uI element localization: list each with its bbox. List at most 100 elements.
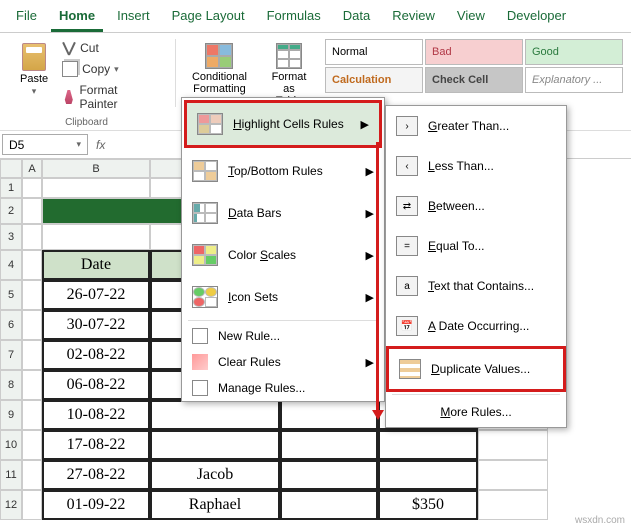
menu-color-scales[interactable]: Color Scales ▶ — [182, 234, 384, 276]
col-header-A[interactable]: A — [22, 159, 42, 178]
menu-icon-sets[interactable]: Icon Sets ▶ — [182, 276, 384, 318]
watermark: wsxdn.com — [575, 515, 625, 526]
paste-icon — [22, 43, 46, 71]
table-icon — [276, 43, 302, 69]
menu-highlight-cells-rules[interactable]: HHighlight Cells Rulesighlight Cells Rul… — [184, 100, 382, 148]
less-than-icon: ‹ — [396, 156, 418, 176]
tab-developer[interactable]: Developer — [499, 4, 574, 32]
menu-separator — [392, 394, 560, 395]
copy-button[interactable]: Copy ▾ — [58, 59, 123, 79]
cell-B7[interactable]: 02-08-22 — [42, 340, 150, 370]
duplicate-icon — [399, 359, 421, 379]
tab-insert[interactable]: Insert — [109, 4, 158, 32]
tab-page-layout[interactable]: Page Layout — [164, 4, 253, 32]
fx-icon[interactable]: fx — [96, 138, 105, 152]
row-header-4[interactable]: 4 — [0, 250, 22, 280]
data-bars-icon — [192, 202, 218, 224]
group-divider — [175, 39, 176, 107]
new-rule-icon — [192, 328, 208, 344]
menu-top-bottom-rules[interactable]: Top/Bottom Rules ▶ — [182, 150, 384, 192]
style-normal[interactable]: Normal — [325, 39, 423, 65]
row-header-11[interactable]: 11 — [0, 460, 22, 490]
row-header-10[interactable]: 10 — [0, 430, 22, 460]
row-headers-and-corner: 1 2 3 4 5 6 7 8 9 10 11 12 — [0, 159, 22, 520]
clipboard-group: Paste ▾ Cut Copy ▾ Format Painter C — [8, 39, 165, 128]
chevron-right-icon: ▶ — [366, 291, 374, 304]
brush-icon — [62, 90, 75, 104]
submenu-between[interactable]: ⇄ Between... — [386, 186, 566, 226]
cell-B12[interactable]: 01-09-22 — [42, 490, 150, 520]
name-box[interactable]: D5 ▾ — [2, 134, 88, 155]
name-box-value: D5 — [9, 138, 24, 152]
style-check-cell[interactable]: Check Cell — [425, 67, 523, 93]
row-header-9[interactable]: 9 — [0, 400, 22, 430]
chevron-down-icon: ▾ — [76, 139, 81, 150]
highlight-cells-icon — [197, 113, 223, 135]
text-contains-icon: a — [396, 276, 418, 296]
cell-B6[interactable]: 30-07-22 — [42, 310, 150, 340]
format-painter-button[interactable]: Format Painter — [58, 81, 159, 113]
style-good[interactable]: Good — [525, 39, 623, 65]
row-header-1[interactable]: 1 — [0, 178, 22, 198]
tab-file[interactable]: File — [8, 4, 45, 32]
col-header-B[interactable]: B — [42, 159, 150, 178]
row-header-6[interactable]: 6 — [0, 310, 22, 340]
cell-C11[interactable]: Jacob — [150, 460, 280, 490]
menu-new-rule[interactable]: New Rule... — [182, 323, 384, 349]
cut-button[interactable]: Cut — [58, 39, 103, 57]
submenu-text-contains[interactable]: a Text that Contains... — [386, 266, 566, 306]
row-header-8[interactable]: 8 — [0, 370, 22, 400]
tab-formulas[interactable]: Formulas — [259, 4, 329, 32]
highlight-cells-submenu: › Greater Than... ‹ Less Than... ⇄ Betwe… — [385, 105, 567, 428]
cell-styles-gallery[interactable]: Normal Bad Good Calculation Check Cell E… — [325, 39, 623, 93]
cf-label: Conditional Formatting — [192, 71, 247, 95]
submenu-date-occurring[interactable]: 📅 A Date Occurring... — [386, 306, 566, 346]
row-header-3[interactable]: 3 — [0, 224, 22, 250]
style-explanatory[interactable]: Explanatory ... — [525, 67, 623, 93]
submenu-greater-than[interactable]: › Greater Than... — [386, 106, 566, 146]
chevron-down-icon: ▾ — [32, 87, 37, 97]
style-calculation[interactable]: Calculation — [325, 67, 423, 93]
chevron-right-icon: ▶ — [366, 165, 374, 178]
tab-home[interactable]: Home — [51, 4, 103, 32]
ribbon-tabs: File Home Insert Page Layout Formulas Da… — [0, 0, 631, 33]
cell-B11[interactable]: 27-08-22 — [42, 460, 150, 490]
submenu-equal-to[interactable]: = Equal To... — [386, 226, 566, 266]
chevron-right-icon: ▶ — [361, 118, 369, 131]
tab-review[interactable]: Review — [384, 4, 443, 32]
clipboard-group-label: Clipboard — [65, 117, 108, 128]
cell-B8[interactable]: 06-08-22 — [42, 370, 150, 400]
cell-E12[interactable]: $350 — [378, 490, 478, 520]
row-header-7[interactable]: 7 — [0, 340, 22, 370]
chevron-down-icon: ▾ — [114, 64, 119, 75]
submenu-more-rules[interactable]: More Rules... — [386, 397, 566, 427]
row-header-5[interactable]: 5 — [0, 280, 22, 310]
cell-B10[interactable]: 17-08-22 — [42, 430, 150, 460]
cell-B9[interactable]: 10-08-22 — [42, 400, 150, 430]
style-bad[interactable]: Bad — [425, 39, 523, 65]
row-header-2[interactable]: 2 — [0, 198, 22, 224]
select-all-corner[interactable] — [0, 159, 22, 178]
greater-than-icon: › — [396, 116, 418, 136]
chevron-right-icon: ▶ — [366, 356, 374, 369]
cell-B5[interactable]: 26-07-22 — [42, 280, 150, 310]
menu-manage-rules[interactable]: Manage Rules... — [182, 375, 384, 401]
icon-sets-icon — [192, 286, 218, 308]
header-date[interactable]: Date — [42, 250, 150, 280]
equal-icon: = — [396, 236, 418, 256]
row-header-12[interactable]: 12 — [0, 490, 22, 520]
paste-button[interactable]: Paste ▾ — [14, 39, 54, 101]
between-icon: ⇄ — [396, 196, 418, 216]
menu-clear-rules[interactable]: Clear Rules ▶ — [182, 349, 384, 375]
copy-icon — [62, 61, 78, 77]
menu-data-bars[interactable]: Data Bars ▶ — [182, 192, 384, 234]
menu-separator — [188, 320, 378, 321]
conditional-formatting-menu: HHighlight Cells Rulesighlight Cells Rul… — [181, 97, 385, 402]
conditional-formatting-icon — [205, 43, 233, 69]
tab-data[interactable]: Data — [335, 4, 378, 32]
submenu-duplicate-values[interactable]: Duplicate Values... — [386, 346, 566, 392]
cell-C12[interactable]: Raphael — [150, 490, 280, 520]
submenu-less-than[interactable]: ‹ Less Than... — [386, 146, 566, 186]
color-scales-icon — [192, 244, 218, 266]
tab-view[interactable]: View — [449, 4, 493, 32]
